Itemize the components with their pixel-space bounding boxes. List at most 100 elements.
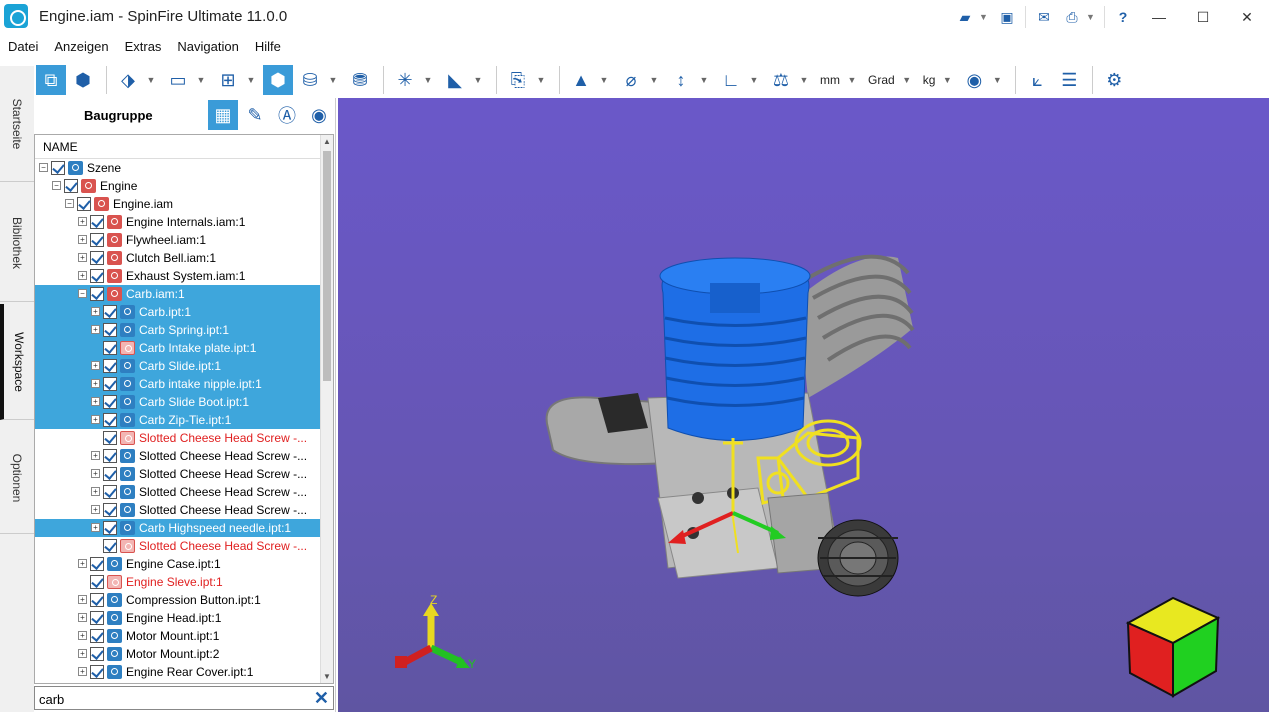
- search-input[interactable]: [39, 690, 299, 708]
- display-icon[interactable]: ▭: [163, 65, 193, 95]
- tree-row[interactable]: + Engine Rear Cover.ipt:1: [35, 663, 321, 681]
- tree-row[interactable]: + Slotted Cheese Head Screw -...: [35, 447, 321, 465]
- visibility-checkbox[interactable]: [90, 557, 104, 571]
- axis-add-icon[interactable]: ⟀: [1022, 65, 1052, 95]
- tab-workspace[interactable]: Workspace: [0, 304, 34, 420]
- print-icon[interactable]: ⎙: [1061, 6, 1083, 28]
- expand-icon[interactable]: +: [91, 325, 100, 334]
- palette-dropdown-icon[interactable]: ▼: [991, 75, 1003, 85]
- visibility-checkbox[interactable]: [90, 233, 104, 247]
- tree-row[interactable]: + Carb Slide.ipt:1: [35, 357, 321, 375]
- cylinder-icon[interactable]: ⛁: [295, 65, 325, 95]
- camera-icon[interactable]: ◣: [440, 65, 470, 95]
- tree-row[interactable]: + Motor Mount.ipt:2: [35, 645, 321, 663]
- mass-unit[interactable]: kg: [923, 73, 936, 87]
- tree-row[interactable]: + Carb Highspeed needle.ipt:1: [35, 519, 321, 537]
- minimize-button[interactable]: —: [1137, 0, 1181, 34]
- view-cube-icon[interactable]: [1125, 596, 1221, 698]
- visibility-checkbox[interactable]: [90, 215, 104, 229]
- visibility-checkbox[interactable]: [103, 485, 117, 499]
- collapse-icon[interactable]: −: [52, 181, 61, 190]
- tree-row[interactable]: + Carb Spring.ipt:1: [35, 321, 321, 339]
- visibility-checkbox[interactable]: [90, 251, 104, 265]
- visibility-checkbox[interactable]: [90, 287, 104, 301]
- shaded-mode-icon[interactable]: ⬢: [263, 65, 293, 95]
- mass-unit-dropdown-icon[interactable]: ▼: [941, 75, 953, 85]
- visibility-checkbox[interactable]: [103, 449, 117, 463]
- collapse-icon[interactable]: −: [39, 163, 48, 172]
- expand-icon[interactable]: +: [91, 487, 100, 496]
- tree-row[interactable]: + Flywheel.iam:1: [35, 231, 321, 249]
- diameter-icon[interactable]: ⌀: [616, 65, 646, 95]
- database-icon[interactable]: ⛃: [345, 65, 375, 95]
- scroll-down-icon[interactable]: ▼: [323, 672, 331, 681]
- visibility-checkbox[interactable]: [90, 593, 104, 607]
- tree-row[interactable]: + Slotted Cheese Head Screw -...: [35, 483, 321, 501]
- angle-unit[interactable]: Grad: [868, 73, 895, 87]
- mass-properties-icon[interactable]: ⚖: [766, 65, 796, 95]
- visibility-checkbox[interactable]: [103, 305, 117, 319]
- expand-icon[interactable]: +: [78, 667, 87, 676]
- visibility-checkbox[interactable]: [103, 341, 117, 355]
- angle-unit-dropdown-icon[interactable]: ▼: [901, 75, 913, 85]
- camera-dropdown-icon[interactable]: ▼: [472, 75, 484, 85]
- text-label-icon[interactable]: Ⓐ: [272, 100, 302, 130]
- tree-row[interactable]: − Szene: [35, 159, 321, 177]
- visibility-checkbox[interactable]: [90, 575, 104, 589]
- tree-row[interactable]: + Carb Slide Boot.ipt:1: [35, 393, 321, 411]
- visibility-checkbox[interactable]: [103, 521, 117, 535]
- export-dropdown-icon[interactable]: ▼: [145, 75, 157, 85]
- part-view-icon[interactable]: ⬢: [68, 65, 98, 95]
- collapse-icon[interactable]: −: [65, 199, 74, 208]
- explode-icon[interactable]: ✳: [390, 65, 420, 95]
- distance-icon[interactable]: ↕: [666, 65, 696, 95]
- print-dropdown-icon[interactable]: ▼: [1086, 12, 1096, 22]
- visibility-checkbox[interactable]: [90, 647, 104, 661]
- expand-icon[interactable]: +: [91, 415, 100, 424]
- tree-row[interactable]: + Engine Case.ipt:1: [35, 555, 321, 573]
- annotation-icon[interactable]: ⎘: [503, 65, 533, 95]
- tree-row[interactable]: − Engine: [35, 177, 321, 195]
- help-icon[interactable]: ?: [1112, 6, 1134, 28]
- expand-icon[interactable]: +: [78, 271, 87, 280]
- menu-extras[interactable]: Extras: [117, 39, 170, 54]
- tree-row[interactable]: + Carb.ipt:1: [35, 303, 321, 321]
- visibility-checkbox[interactable]: [103, 503, 117, 517]
- grid-view-icon[interactable]: ▦: [208, 100, 238, 130]
- mail-icon[interactable]: ✉: [1033, 6, 1055, 28]
- tree-row[interactable]: + Carb intake nipple.ipt:1: [35, 375, 321, 393]
- tree-row[interactable]: Slotted Cheese Head Screw -...: [35, 537, 321, 555]
- visibility-checkbox[interactable]: [103, 539, 117, 553]
- point-coordinate-icon[interactable]: ▲: [566, 65, 596, 95]
- tree-row[interactable]: Engine Sleve.ipt:1: [35, 573, 321, 591]
- explode-dropdown-icon[interactable]: ▼: [422, 75, 434, 85]
- angle-icon[interactable]: ∟: [716, 65, 746, 95]
- expand-icon[interactable]: +: [91, 307, 100, 316]
- tree-row[interactable]: Carb Intake plate.ipt:1: [35, 339, 321, 357]
- tree-row[interactable]: + Slotted Cheese Head Screw -...: [35, 501, 321, 519]
- layout-dropdown-icon[interactable]: ▼: [245, 75, 257, 85]
- menu-hilfe[interactable]: Hilfe: [247, 39, 289, 54]
- expand-icon[interactable]: +: [78, 217, 87, 226]
- diameter-dropdown-icon[interactable]: ▼: [648, 75, 660, 85]
- menu-navigation[interactable]: Navigation: [169, 39, 246, 54]
- distance-dropdown-icon[interactable]: ▼: [698, 75, 710, 85]
- visibility-checkbox[interactable]: [103, 377, 117, 391]
- expand-icon[interactable]: +: [78, 559, 87, 568]
- visibility-checkbox[interactable]: [103, 467, 117, 481]
- tree-column-header[interactable]: NAME: [35, 135, 333, 159]
- tree-row[interactable]: + Motor Mount.ipt:1: [35, 627, 321, 645]
- close-button[interactable]: ✕: [1225, 0, 1269, 34]
- expand-icon[interactable]: +: [91, 505, 100, 514]
- clear-search-icon[interactable]: ✕: [314, 688, 329, 709]
- edit-icon[interactable]: ✎: [240, 100, 270, 130]
- menu-datei[interactable]: Datei: [0, 39, 46, 54]
- visibility-checkbox[interactable]: [51, 161, 65, 175]
- render-dropdown-icon[interactable]: ▼: [327, 75, 339, 85]
- scroll-thumb[interactable]: [323, 151, 331, 381]
- visibility-checkbox[interactable]: [103, 359, 117, 373]
- length-unit[interactable]: mm: [820, 73, 840, 87]
- menu-anzeigen[interactable]: Anzeigen: [46, 39, 116, 54]
- expand-icon[interactable]: +: [78, 235, 87, 244]
- export-icon[interactable]: ⬗: [113, 65, 143, 95]
